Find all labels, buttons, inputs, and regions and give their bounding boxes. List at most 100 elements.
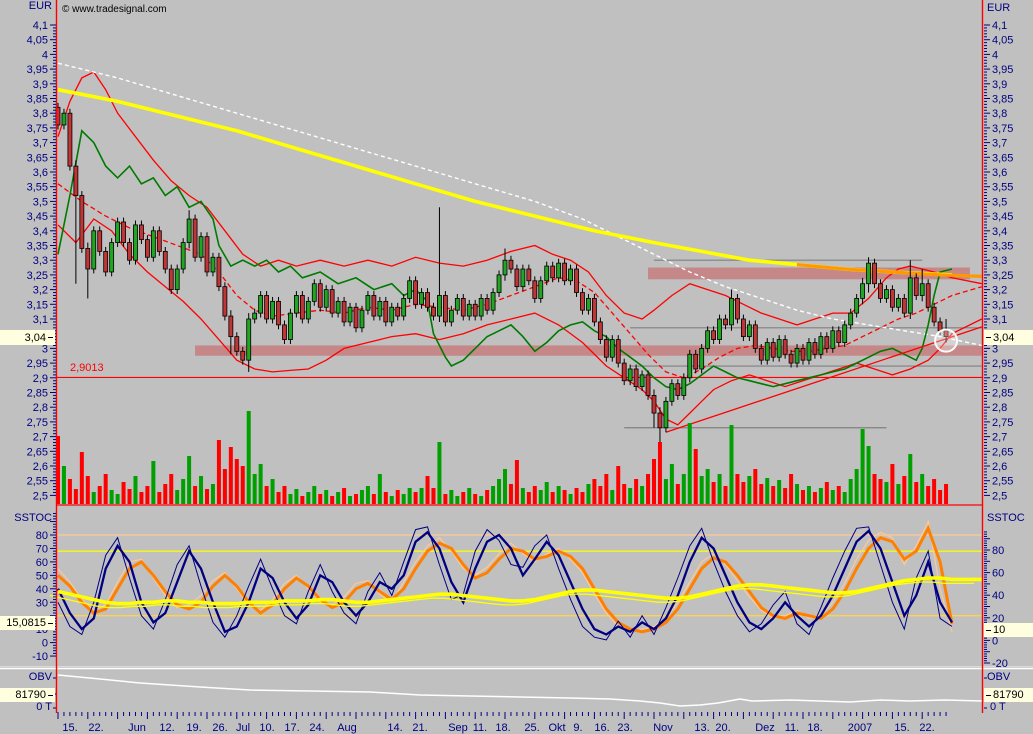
candle-body-up	[818, 336, 824, 355]
price-tick-label: 3,5	[992, 196, 1007, 208]
volume-bar	[789, 474, 794, 504]
candle-body-down	[872, 262, 877, 285]
candle-body-down	[514, 268, 520, 288]
candle-body-up	[419, 292, 424, 305]
candle-body-up	[246, 318, 252, 361]
obv-zero-label-right: 0 T	[990, 701, 1006, 713]
volume-bar	[491, 486, 496, 504]
candle-body-down	[645, 374, 651, 396]
volume-bar	[264, 486, 269, 504]
price-tick-label: 3,3	[33, 255, 48, 267]
volume-bar	[216, 440, 221, 504]
date-tick-label: Nov	[653, 722, 673, 734]
candle-body-up	[252, 312, 258, 320]
date-tick-label: 11.	[473, 722, 487, 734]
support-resistance-zone	[195, 345, 982, 356]
price-tick-label: 3,1	[992, 314, 1007, 326]
candle-body-down	[675, 383, 681, 396]
candle-body-down	[240, 350, 246, 361]
price-tick-label: 2,85	[992, 388, 1013, 400]
volume-bar	[765, 478, 770, 504]
candle-body-up	[705, 330, 711, 349]
sstoc-label-right: SSTOC	[987, 512, 1025, 524]
volume-bar	[127, 489, 132, 504]
candle-body-up	[669, 383, 675, 402]
volume-bar	[920, 474, 925, 504]
volume-bar	[425, 476, 430, 504]
price-tick-label: 3,55	[992, 182, 1013, 194]
candle-body-up	[717, 318, 722, 340]
obv-label-right: OBV	[987, 671, 1011, 683]
candle-body-down	[657, 412, 663, 429]
volume-bar	[717, 474, 722, 504]
candle-body-up	[663, 400, 669, 429]
volume-bar	[640, 486, 645, 504]
price-tick-label: 3,2	[992, 285, 1007, 297]
candle-body-down	[901, 298, 907, 314]
volume-bar	[520, 488, 525, 504]
volume-bar	[485, 490, 490, 504]
candle-body-down	[615, 339, 621, 364]
volume-bar	[258, 464, 263, 504]
volume-bar	[157, 492, 162, 504]
sstoc-tick-label: 0	[42, 638, 48, 650]
price-tick-label: 2,8	[33, 402, 48, 414]
candle-body-up	[538, 280, 544, 299]
candle-body-down	[741, 318, 746, 338]
volume-bar	[145, 486, 150, 504]
volume-bar	[97, 486, 102, 504]
volume-bar	[687, 423, 692, 504]
currency-label-left: EUR	[28, 0, 52, 12]
date-tick-label: 18.	[807, 722, 822, 734]
volume-bar	[419, 488, 424, 504]
candle-body-down	[204, 236, 210, 273]
candle-body-down	[651, 395, 657, 414]
volume-bar	[622, 484, 627, 504]
volume-bar	[73, 489, 78, 504]
volume-bar	[61, 466, 66, 504]
volume-bar	[383, 492, 388, 504]
volume-bar	[604, 474, 609, 504]
candle-body-down	[425, 292, 430, 308]
sstoc-tick-label: -10	[32, 651, 48, 663]
volume-bar	[270, 479, 275, 504]
price-tick-label: 2,85	[27, 388, 48, 400]
volume-bar	[461, 492, 466, 504]
candle-body-down	[162, 250, 168, 270]
price-tick-label: 2,65	[27, 446, 48, 458]
volume-bar	[663, 479, 668, 504]
volume-bar	[222, 469, 227, 504]
candle-body-up	[490, 292, 496, 311]
sstoc-tick-label: 40	[992, 590, 1004, 602]
candle-body-down	[264, 295, 270, 320]
volume-bar	[878, 479, 883, 504]
price-tick-label: 3,25	[27, 270, 48, 282]
candle-body-up	[699, 347, 705, 370]
candle-body-up	[556, 262, 562, 279]
volume-bar	[473, 494, 478, 504]
candle-body-down	[371, 295, 377, 317]
candle-body-up	[729, 298, 734, 326]
volume-bar	[866, 446, 871, 504]
candle-body-down	[222, 286, 228, 317]
candle-body-down	[824, 336, 830, 349]
volume-bar	[228, 447, 233, 504]
obv-line	[57, 674, 983, 707]
candle-body-up	[466, 303, 472, 317]
candle-body-down	[472, 303, 478, 317]
volume-bar	[312, 486, 317, 504]
candle-body-up	[746, 324, 752, 338]
candle-body-down	[484, 298, 490, 311]
price-tick-label: 3,3	[992, 255, 1007, 267]
candle-body-up	[860, 283, 865, 299]
candle-body-up	[842, 324, 848, 343]
candle-body-down	[890, 289, 895, 308]
price-tick-label: 3,7	[992, 138, 1007, 150]
candle-body-down	[633, 368, 639, 388]
date-tick-label: 15.	[894, 722, 909, 734]
candle-body-down	[597, 321, 603, 340]
chart-canvas[interactable]: 4,1 4,1 4,05 4,05 4 4 3,95 3,95 3,9 3,9 3,85 3,85 3,…	[0, 0, 1033, 734]
candle-body-up	[854, 298, 860, 314]
candle-body-up	[288, 312, 293, 340]
candle-body-up	[895, 298, 901, 308]
